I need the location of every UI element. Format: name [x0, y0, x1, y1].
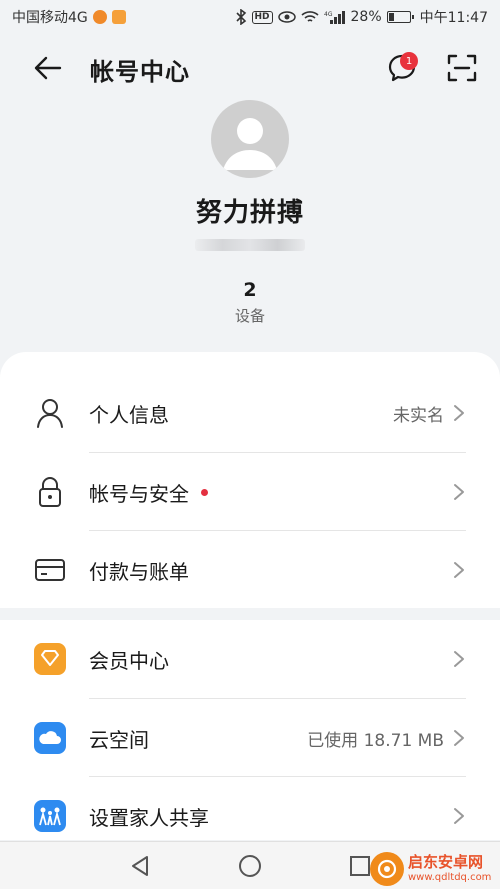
menu-item-label-wrap: 帐号与安全	[89, 478, 208, 507]
square-recents-icon	[350, 856, 370, 876]
masked-account-id	[195, 239, 305, 251]
avatar[interactable]	[211, 100, 289, 178]
menu-item-label: 设置家人共享	[89, 805, 209, 830]
hd-icon: HD	[251, 10, 273, 24]
battery-percent: 28%	[350, 9, 382, 25]
carrier-text: 中国移动4G	[12, 10, 88, 26]
status-left: 中国移动4G	[12, 7, 126, 27]
menu-item-label: 个人信息	[89, 402, 169, 427]
new-dot-badge	[201, 488, 208, 496]
cloud-icon	[34, 722, 66, 754]
watermark-text: 启东安卓网 www.qdltdq.com	[408, 855, 491, 883]
menu-item-label: 帐号与安全	[89, 481, 189, 506]
default-avatar-icon	[223, 118, 277, 170]
scan-button[interactable]	[442, 48, 482, 88]
lock-icon	[34, 476, 66, 508]
page-title: 帐号中心	[90, 58, 190, 86]
devices-entry[interactable]: 2 设备	[235, 279, 265, 326]
nav-back-button[interactable]	[125, 852, 155, 880]
card-icon	[34, 554, 66, 586]
chevron-right-icon	[454, 484, 464, 500]
watermark-logo-icon	[370, 852, 404, 886]
header: 帐号中心 1	[0, 40, 500, 96]
messages-button[interactable]: 1	[382, 48, 422, 88]
message-notification-icon	[111, 10, 126, 24]
cloud-usage-value: 已使用 18.71 MB	[307, 730, 444, 751]
message-count-badge: 1	[400, 52, 418, 70]
real-name-status: 未实名	[393, 405, 444, 426]
family-share-icon	[34, 800, 66, 832]
back-button[interactable]	[30, 50, 66, 86]
watermark-name: 启东安卓网	[408, 853, 484, 871]
clock: 中午11:47	[419, 10, 488, 26]
menu-item-label: 云空间	[89, 727, 149, 752]
signal-icon: 4G	[324, 11, 345, 24]
app-notification-icon	[92, 10, 107, 24]
account-settings-card: 个人信息 未实名 帐号与安全 付款与账单	[0, 352, 500, 608]
chevron-right-icon	[454, 808, 464, 824]
wifi-icon	[300, 11, 319, 22]
menu-item-vip-center[interactable]: 会员中心	[0, 620, 500, 698]
watermark-url: www.qdltdq.com	[408, 872, 492, 883]
site-watermark: 启东安卓网 www.qdltdq.com	[370, 850, 496, 888]
nav-home-button[interactable]	[235, 852, 265, 880]
chevron-right-icon	[454, 651, 464, 667]
device-label: 设备	[234, 307, 265, 325]
profile-section: 努力拼搏 2 设备	[0, 100, 500, 326]
menu-item-label: 付款与账单	[89, 559, 189, 584]
person-icon	[34, 397, 66, 429]
eye-comfort-icon	[277, 11, 296, 23]
menu-item-account-security[interactable]: 帐号与安全	[0, 453, 500, 531]
menu-item-payment-billing[interactable]: 付款与账单	[0, 531, 500, 609]
menu-item-cloud-space[interactable]: 云空间 已使用 18.71 MB	[0, 699, 500, 777]
arrow-left-icon	[34, 56, 62, 80]
menu-item-personal-info[interactable]: 个人信息 未实名	[0, 374, 500, 452]
chevron-right-icon	[454, 562, 464, 578]
scan-icon	[447, 54, 477, 82]
status-right: HD 4G 28% 中午11:47	[235, 7, 488, 27]
chevron-right-icon	[454, 405, 464, 421]
network-type-text: 4G	[324, 11, 333, 18]
nickname: 努力拼搏	[195, 198, 304, 228]
status-bar: 中国移动4G HD 4G 28% 中午11:47	[0, 0, 500, 34]
services-card: 会员中心 云空间 已使用 18.71 MB 设置家人共享	[0, 620, 500, 840]
bluetooth-icon	[235, 9, 246, 25]
chevron-right-icon	[454, 730, 464, 746]
circle-home-icon	[239, 855, 261, 877]
vip-diamond-icon	[34, 643, 66, 675]
triangle-back-icon	[132, 856, 148, 876]
battery-icon	[386, 11, 414, 23]
device-count: 2	[243, 279, 257, 301]
menu-item-label: 会员中心	[89, 648, 169, 673]
